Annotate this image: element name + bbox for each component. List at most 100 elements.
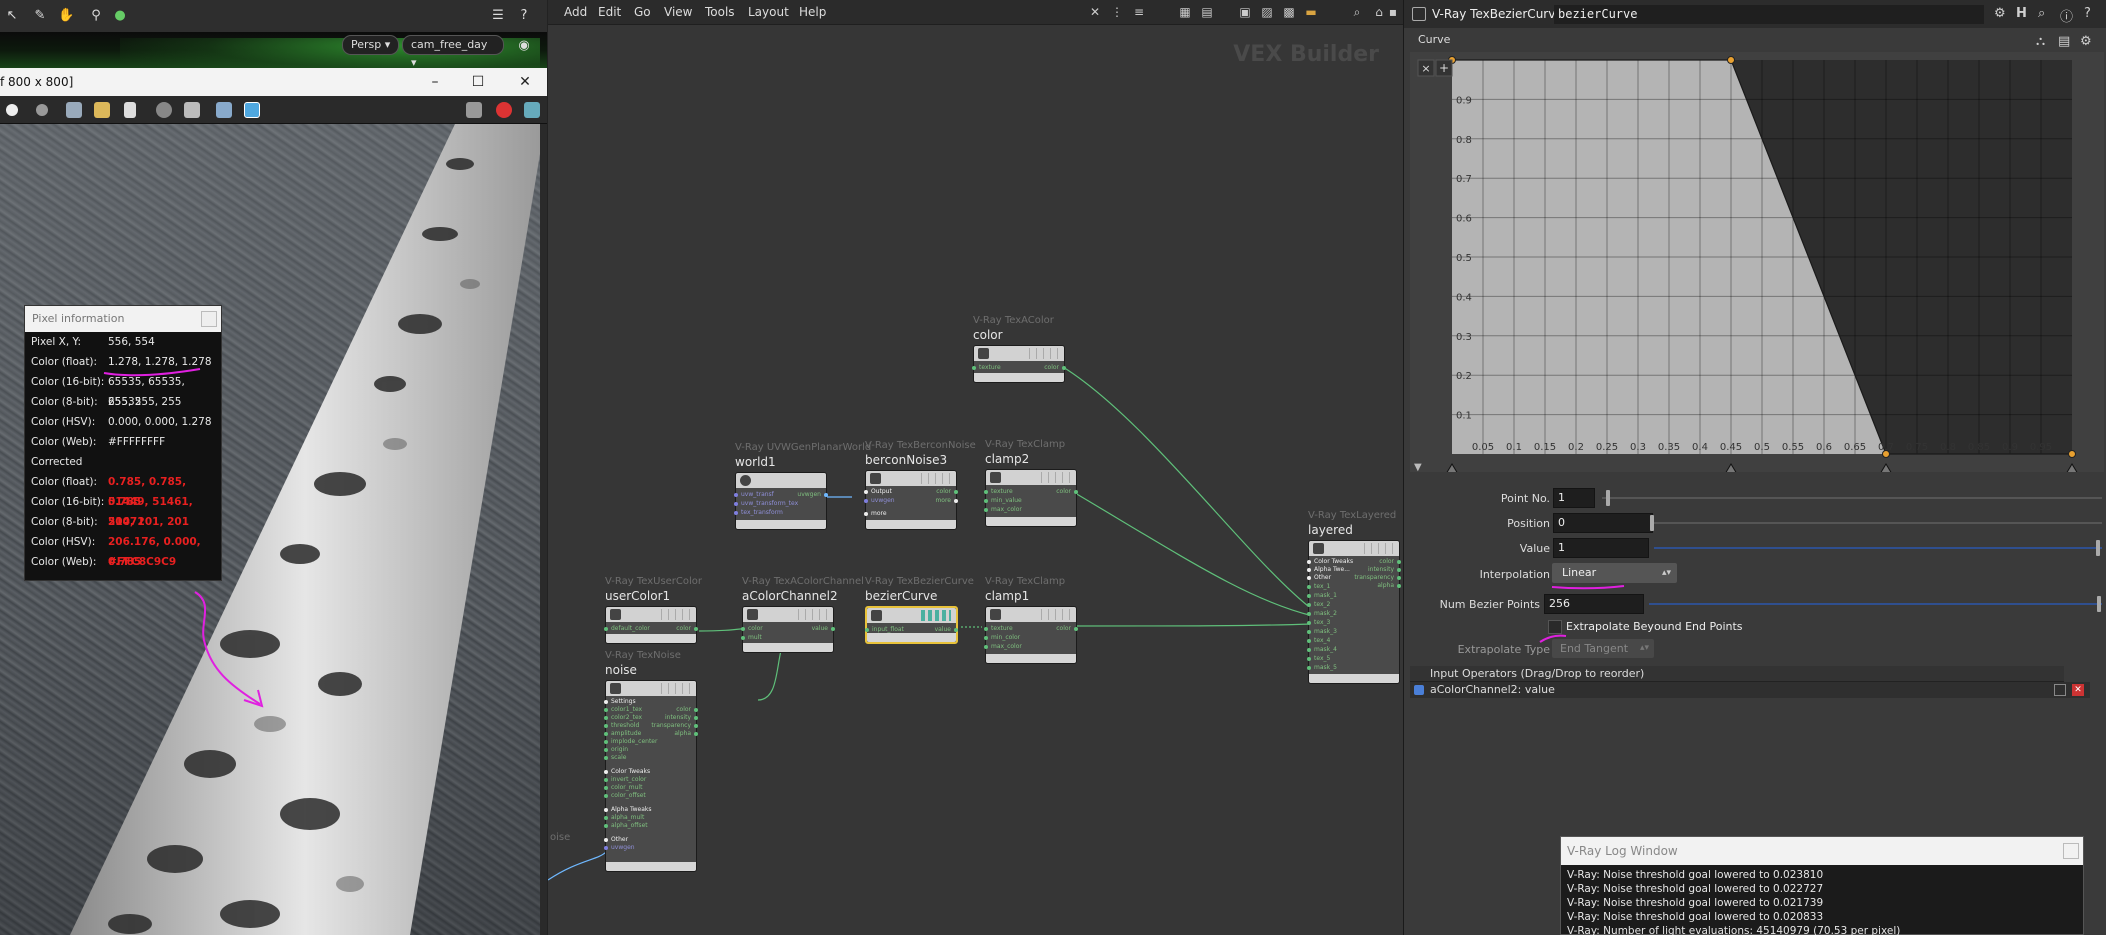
teapot-render-icon[interactable] <box>524 102 540 118</box>
input-port[interactable]: texture <box>984 625 1013 633</box>
save-image-icon[interactable] <box>66 102 82 118</box>
output-port[interactable]: color <box>1044 364 1066 372</box>
output-port[interactable]: alpha <box>1377 582 1401 590</box>
input-port[interactable]: mask_2 <box>1307 610 1337 618</box>
render-icon[interactable] <box>6 104 18 116</box>
input-port[interactable]: Alpha Twe... <box>1307 566 1350 574</box>
output-port[interactable]: intensity <box>665 714 699 722</box>
input-port[interactable]: mask_3 <box>1307 628 1337 636</box>
input-port[interactable]: min_value <box>984 497 1022 505</box>
input-port[interactable]: color_mult <box>603 784 642 792</box>
remove-icon[interactable]: ✕ <box>2072 684 2084 696</box>
input-port[interactable]: min_color <box>983 634 1020 642</box>
input-port[interactable]: Alpha Tweaks <box>604 806 652 814</box>
position-field[interactable]: 0 <box>1553 513 1653 533</box>
input-port[interactable]: mask_4 <box>1307 646 1337 654</box>
curve-control-point[interactable] <box>1727 56 1735 64</box>
position-slider[interactable] <box>1654 522 2102 524</box>
input-port[interactable]: Other <box>1306 574 1331 582</box>
settings-icon[interactable] <box>216 102 232 118</box>
input-operator-item[interactable]: aColorChannel2: value ✕ <box>1410 682 2090 698</box>
input-port[interactable]: texture <box>972 364 1001 372</box>
input-port[interactable]: mask_1 <box>1307 592 1337 600</box>
output-port[interactable]: color <box>1056 625 1078 633</box>
input-port[interactable]: implode_center <box>603 738 657 746</box>
curve-save-icon[interactable]: ▤ <box>2058 34 2070 49</box>
input-port[interactable]: tex_2 <box>1306 601 1330 609</box>
viewport-eye-icon[interactable]: ◉ <box>516 38 532 54</box>
input-port[interactable]: tex_transform <box>734 509 783 517</box>
region-icon[interactable] <box>184 102 200 118</box>
input-port[interactable]: origin <box>603 746 628 754</box>
select-tool-icon[interactable]: ↖ <box>4 8 20 24</box>
input-port[interactable]: Color Tweaks <box>1306 558 1353 566</box>
input-port[interactable]: uvw_transf <box>734 491 774 499</box>
render-region-icon[interactable]: ● <box>112 8 128 24</box>
curve-control-point[interactable] <box>2068 450 2076 458</box>
input-port[interactable]: texture <box>984 488 1013 496</box>
curve-position-marker[interactable] <box>1446 463 1458 472</box>
render-view-scrollbar[interactable] <box>540 124 547 935</box>
input-port[interactable]: uvwgen <box>604 844 635 852</box>
collapse-arrow-icon[interactable]: ▼ <box>1414 462 1422 473</box>
input-port[interactable]: tex_1 <box>1306 583 1330 591</box>
snap-icon[interactable]: ⚲ <box>88 8 104 24</box>
curve-position-marker[interactable] <box>1725 463 1737 472</box>
input-port[interactable]: alpha_mult <box>603 814 644 822</box>
input-port[interactable]: Settings <box>604 698 636 706</box>
input-port[interactable]: invert_color <box>603 776 646 784</box>
output-port[interactable]: color <box>676 625 698 633</box>
curve-preset-icon[interactable]: ⛬ <box>2036 34 2045 49</box>
info-icon[interactable]: ⓘ <box>2060 6 2073 25</box>
log-close-icon[interactable] <box>2063 843 2079 859</box>
close-icon[interactable]: ✕ <box>510 68 540 96</box>
node-name-field[interactable]: bezierCurve <box>1554 5 1984 24</box>
num-bezier-slider[interactable] <box>1649 603 2102 605</box>
input-port[interactable]: tex_3 <box>1306 619 1330 627</box>
output-port[interactable]: value <box>812 625 836 633</box>
input-port[interactable]: scale <box>603 754 626 762</box>
output-port[interactable]: color <box>936 488 958 496</box>
open-folder-icon[interactable] <box>94 102 110 118</box>
help-icon[interactable]: ? <box>2084 6 2091 21</box>
input-port[interactable]: color <box>741 625 763 633</box>
position-knob[interactable] <box>1650 515 1654 531</box>
teapot-icon[interactable] <box>466 102 482 118</box>
vfb-icon[interactable] <box>244 102 260 118</box>
extrapolate-checkbox[interactable] <box>1548 620 1562 634</box>
input-port[interactable]: alpha_offset <box>604 822 648 830</box>
handle-tool-icon[interactable]: ✋ <box>58 8 74 24</box>
input-port[interactable]: Other <box>603 836 628 844</box>
input-port[interactable]: Color Tweaks <box>603 768 650 776</box>
point-no-slider[interactable] <box>1602 497 2102 499</box>
point-no-field[interactable]: 1 <box>1553 488 1595 508</box>
camera-dropdown[interactable]: cam_free_day ▾ <box>402 35 504 69</box>
input-port[interactable]: color2_tex <box>603 714 642 722</box>
input-port[interactable]: color1_tex <box>603 706 642 714</box>
curve-chart[interactable]: 0.9 0.8 0.7 0.6 0.5 0.4 0.3 0.2 0.1 0.05 0.1 0.15 0.… <box>1410 52 2104 472</box>
persp-dropdown[interactable]: Persp ▾ <box>342 35 400 55</box>
input-port[interactable]: tex_5 <box>1306 655 1330 663</box>
input-port[interactable]: more <box>864 510 887 518</box>
output-port[interactable]: transparency <box>651 722 698 730</box>
maximize-icon[interactable]: ☐ <box>463 68 493 96</box>
output-port[interactable]: color <box>1056 488 1078 496</box>
input-port[interactable]: mask_5 <box>1307 664 1337 672</box>
output-port[interactable]: intensity <box>1368 566 1402 574</box>
input-port[interactable]: color_offset <box>604 792 646 800</box>
curve-editor[interactable]: 0.9 0.8 0.7 0.6 0.5 0.4 0.3 0.2 0.1 0.05 0.1 0.15 0.… <box>1410 52 2104 472</box>
input-port[interactable]: Output <box>864 488 892 496</box>
input-port[interactable]: amplitude <box>603 730 641 738</box>
input-port[interactable]: default_color <box>604 625 650 633</box>
input-port[interactable]: mult <box>741 634 762 642</box>
input-port[interactable]: uvwgen <box>864 497 895 505</box>
pose-tool-icon[interactable]: ✎ <box>32 8 48 24</box>
interpolation-dropdown[interactable]: Linear ▴▾ <box>1552 563 1677 583</box>
stop-icon[interactable] <box>156 102 172 118</box>
search-icon[interactable]: ⌕ <box>2038 6 2045 21</box>
curve-control-point[interactable] <box>1882 450 1890 458</box>
curve-position-marker[interactable] <box>2066 463 2078 472</box>
value-slider[interactable] <box>1654 547 2102 549</box>
input-port[interactable]: max_color <box>984 506 1022 514</box>
num-bezier-field[interactable]: 256 <box>1544 594 1644 614</box>
